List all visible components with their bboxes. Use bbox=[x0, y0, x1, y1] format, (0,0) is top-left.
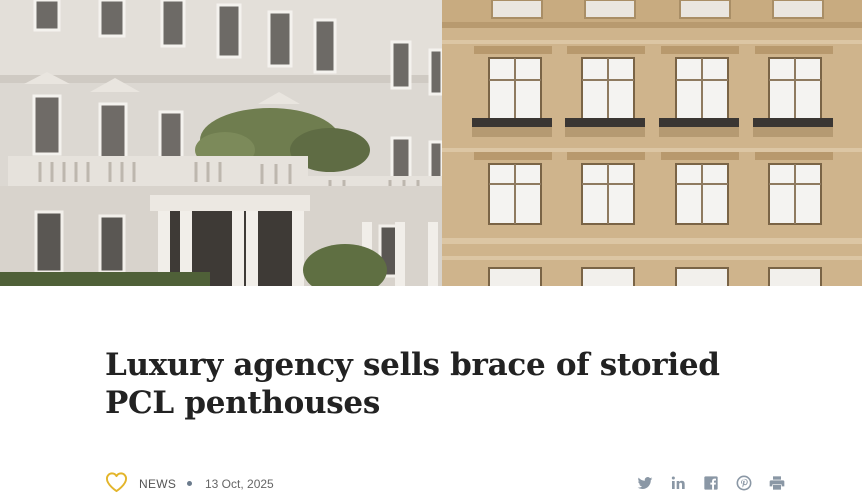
separator-dot bbox=[187, 481, 192, 486]
linkedin-icon[interactable] bbox=[670, 475, 686, 491]
facebook-icon[interactable] bbox=[703, 475, 719, 491]
category-link[interactable]: NEWS bbox=[139, 477, 176, 491]
share-bar bbox=[637, 475, 785, 491]
pinterest-icon[interactable] bbox=[736, 475, 752, 491]
twitter-icon[interactable] bbox=[637, 475, 653, 491]
article-meta: NEWS 13 Oct, 2025 bbox=[105, 470, 862, 496]
article-title: Luxury agency sells brace of storied PCL… bbox=[105, 347, 720, 421]
heart-outline-icon[interactable] bbox=[105, 471, 128, 493]
hero-image bbox=[0, 0, 862, 286]
print-icon[interactable] bbox=[769, 475, 785, 491]
publish-date: 13 Oct, 2025 bbox=[205, 477, 274, 491]
